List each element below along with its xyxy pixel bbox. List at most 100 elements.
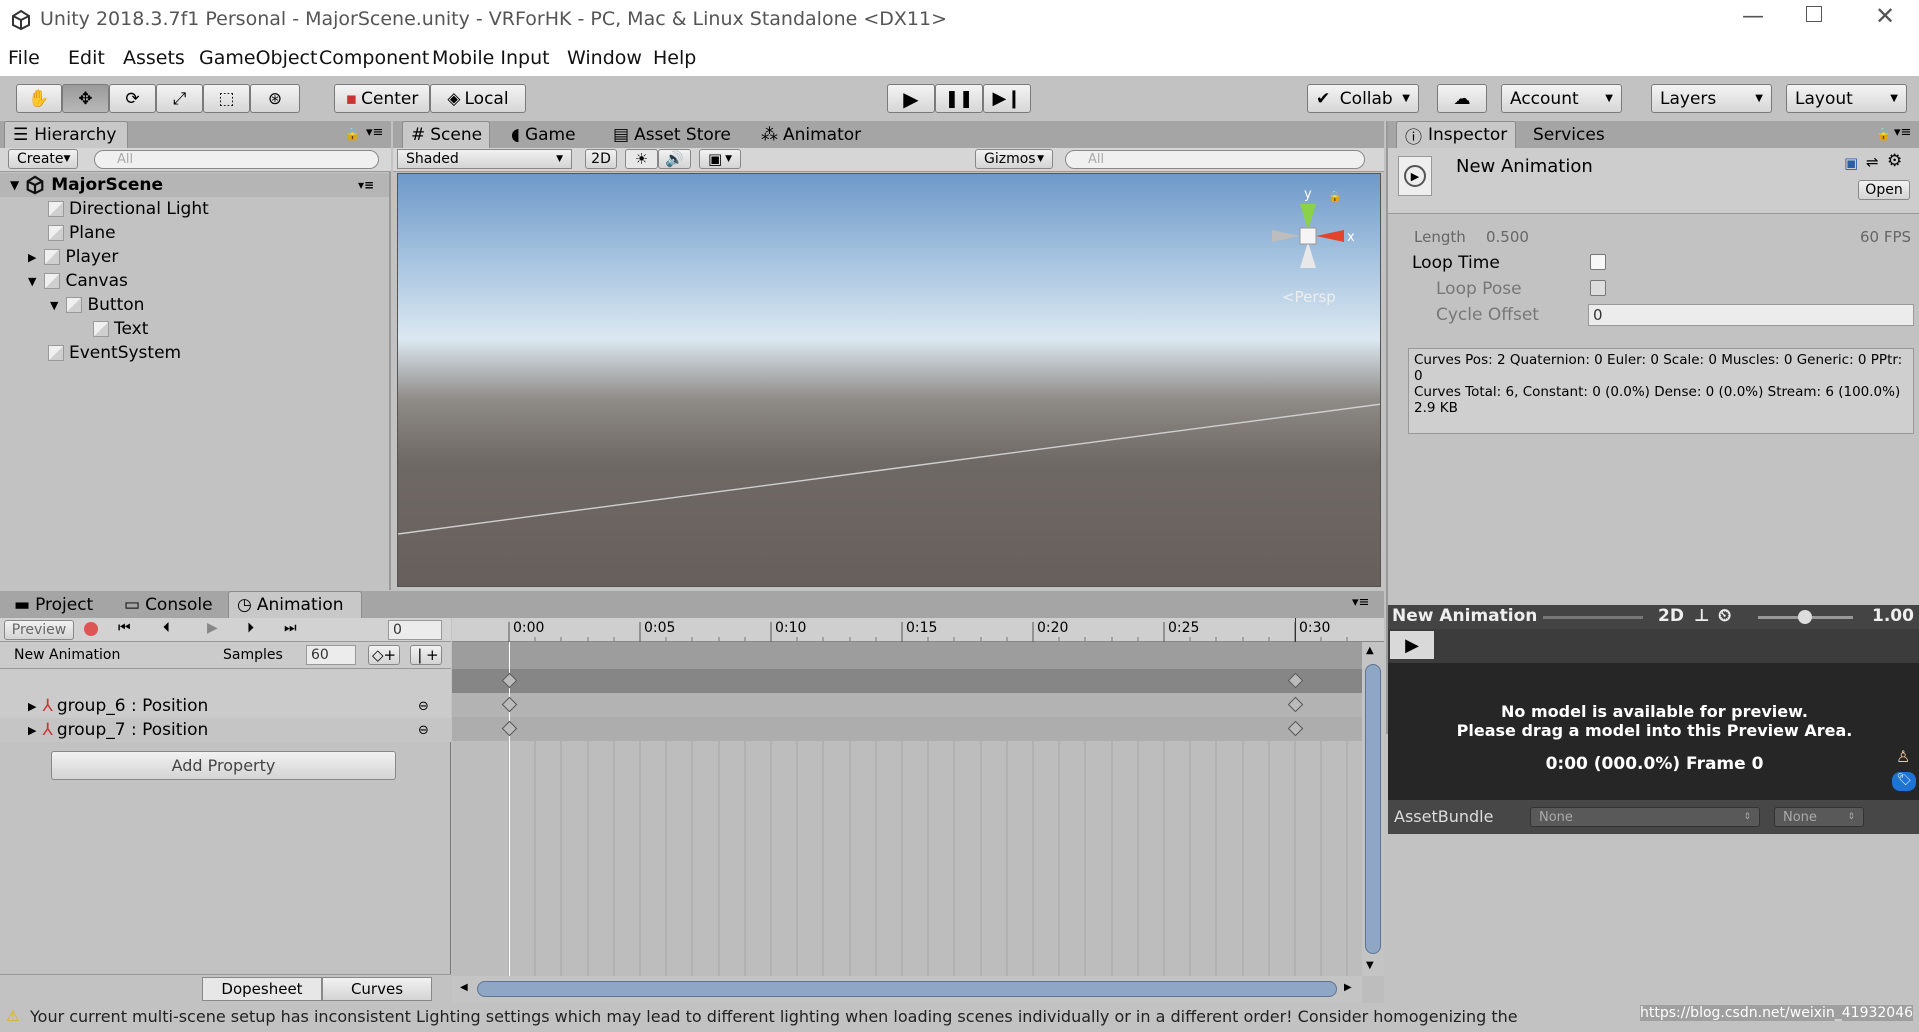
expand-arrow-icon[interactable]: ▶ bbox=[28, 251, 36, 264]
expand-arrow-icon[interactable]: ▼ bbox=[28, 275, 36, 288]
settings-sliders-icon[interactable]: ⇌ bbox=[1866, 153, 1879, 171]
assetbundle-variant-dropdown[interactable]: None ⇕ bbox=[1774, 807, 1864, 827]
tab-animator[interactable]: ⁂ Animator bbox=[753, 121, 869, 148]
assetbundle-name-dropdown[interactable]: None ⇕ bbox=[1530, 807, 1760, 827]
add-event-button[interactable]: ❘+ bbox=[410, 645, 442, 665]
persp-label[interactable]: <Persp bbox=[1282, 288, 1336, 306]
tab-game[interactable]: ◖ Game bbox=[503, 121, 584, 148]
hierarchy-item[interactable]: Text bbox=[93, 317, 148, 341]
track-eye-icon[interactable]: ⊖ bbox=[418, 699, 429, 714]
lighting-toggle[interactable]: ☀ bbox=[625, 149, 658, 169]
hierarchy-item[interactable]: ▼ Canvas bbox=[28, 269, 128, 293]
track-lane[interactable] bbox=[452, 717, 1362, 741]
scroll-down-icon[interactable]: ▼ bbox=[1366, 960, 1374, 971]
preview-2d-toggle[interactable]: 2D bbox=[1658, 606, 1684, 626]
gizmo-lock-icon[interactable]: 🔒 bbox=[1328, 190, 1342, 203]
record-icon[interactable] bbox=[84, 622, 98, 636]
scene-root-row[interactable]: ▼ MajorScene ▾≡ bbox=[0, 173, 389, 197]
hierarchy-item[interactable]: ▶ Player bbox=[28, 245, 118, 269]
vertical-scroll-thumb[interactable] bbox=[1365, 664, 1381, 954]
open-button[interactable]: Open bbox=[1858, 180, 1910, 200]
scene-viewport[interactable]: y x 🔒 <Persp bbox=[397, 173, 1381, 587]
rect-tool-button[interactable]: ⬚ bbox=[203, 84, 250, 113]
create-dropdown[interactable]: Create ▼ bbox=[8, 149, 78, 169]
loop-time-checkbox[interactable] bbox=[1590, 254, 1606, 270]
preview-area[interactable]: ▶ No model is available for preview. Ple… bbox=[1388, 629, 1919, 800]
track-eye-icon[interactable]: ⊖ bbox=[418, 723, 429, 738]
menu-window[interactable]: Window bbox=[567, 47, 642, 69]
pivot-center-button[interactable]: ▪ Center bbox=[334, 84, 430, 113]
hierarchy-search-input[interactable]: All bbox=[94, 150, 379, 169]
time-ruler[interactable]: 0:00 0:05 0:10 0:15 0:20 0:25 0:30 bbox=[452, 618, 1384, 642]
close-icon[interactable]: ✕ bbox=[1875, 2, 1895, 30]
preview-toggle[interactable]: Preview bbox=[4, 620, 74, 640]
move-tool-button[interactable]: ✥ bbox=[62, 84, 109, 113]
account-dropdown[interactable]: Account ▼ bbox=[1501, 84, 1622, 113]
menu-file[interactable]: File bbox=[8, 47, 40, 69]
prev-keyframe-icon[interactable]: ⏴ bbox=[163, 620, 170, 636]
tab-console[interactable]: ▭ Console bbox=[116, 591, 221, 618]
preview-play-button[interactable]: ▶ bbox=[1390, 631, 1434, 659]
lock-icon[interactable]: 🔒 bbox=[345, 127, 360, 141]
clip-dropdown[interactable]: New Animation bbox=[6, 645, 201, 665]
effects-dropdown[interactable]: ▣ ▼ bbox=[699, 149, 741, 169]
tab-inspector[interactable]: ⓘ Inspector bbox=[1396, 121, 1516, 148]
pause-button[interactable]: ❚❚ bbox=[935, 84, 983, 113]
dopesheet-button[interactable]: Dopesheet bbox=[202, 977, 322, 1001]
lock-icon[interactable]: 🔒 bbox=[1876, 127, 1891, 141]
menu-mobile-input[interactable]: Mobile Input bbox=[432, 47, 550, 69]
tab-asset-store[interactable]: ▤ Asset Store bbox=[605, 121, 739, 148]
rotate-tool-button[interactable]: ⟳ bbox=[109, 84, 156, 113]
gear-icon[interactable]: ⚙ bbox=[1887, 151, 1902, 171]
layout-dropdown[interactable]: Layout ▼ bbox=[1786, 84, 1907, 113]
tab-services[interactable]: Services bbox=[1525, 121, 1613, 148]
scale-tool-button[interactable]: ⤢ bbox=[156, 84, 203, 113]
hand-tool-button[interactable]: ✋ bbox=[16, 84, 62, 113]
hierarchy-item[interactable]: Directional Light bbox=[48, 197, 209, 221]
expand-arrow-icon[interactable]: ▶ bbox=[28, 724, 36, 737]
transform-tool-button[interactable]: ⊛ bbox=[250, 84, 300, 113]
cycle-offset-field[interactable]: 0 bbox=[1588, 304, 1914, 326]
scene-gizmo[interactable]: y x bbox=[1248, 186, 1368, 296]
menu-help[interactable]: Help bbox=[653, 47, 696, 69]
last-keyframe-icon[interactable]: ⏭ bbox=[284, 620, 297, 636]
tab-project[interactable]: ▬ Project bbox=[6, 591, 101, 618]
audio-toggle[interactable]: 🔊 bbox=[658, 149, 691, 169]
frame-field[interactable]: 0 bbox=[388, 620, 442, 640]
dopesheet-timeline[interactable]: 0:00 0:05 0:10 0:15 0:20 0:25 0:30 ▲ ▼ ◀… bbox=[452, 618, 1384, 1003]
scroll-left-icon[interactable]: ◀ bbox=[460, 982, 468, 993]
tag-icon[interactable]: 🏷 bbox=[1892, 772, 1916, 791]
maximize-icon[interactable] bbox=[1806, 6, 1822, 22]
scene-search-input[interactable]: All bbox=[1065, 150, 1365, 169]
vertical-scrollbar[interactable]: ▲ ▼ bbox=[1362, 642, 1384, 976]
hierarchy-item[interactable]: Plane bbox=[48, 221, 116, 245]
panel-menu-icon[interactable]: ▾≡ bbox=[1894, 125, 1911, 140]
speed-slider-handle[interactable] bbox=[1798, 610, 1812, 624]
cloud-button[interactable]: ☁ bbox=[1437, 84, 1487, 113]
menu-edit[interactable]: Edit bbox=[68, 47, 105, 69]
gizmos-dropdown[interactable]: Gizmos ▼ bbox=[975, 149, 1053, 169]
summary-lane[interactable] bbox=[452, 669, 1362, 693]
collab-dropdown[interactable]: ✔ Collab ▼ bbox=[1307, 84, 1419, 113]
menu-assets[interactable]: Assets bbox=[123, 47, 185, 69]
2d-toggle[interactable]: 2D bbox=[585, 149, 617, 169]
samples-field[interactable]: 60 bbox=[306, 645, 356, 665]
horizontal-scroll-thumb[interactable] bbox=[477, 981, 1337, 997]
tab-hierarchy[interactable]: ☰ Hierarchy bbox=[4, 121, 128, 148]
tab-animation[interactable]: ◷ Animation bbox=[228, 591, 362, 618]
track-row[interactable]: ▶ ⅄ group_6 : Position ⊖ bbox=[0, 694, 451, 718]
scroll-right-icon[interactable]: ▶ bbox=[1344, 982, 1352, 993]
panel-menu-icon[interactable]: ▾≡ bbox=[366, 125, 383, 140]
play-button[interactable]: ▶ bbox=[887, 84, 935, 113]
menu-gameobject[interactable]: GameObject bbox=[199, 47, 317, 69]
playhead[interactable] bbox=[509, 642, 510, 977]
pivot-icon[interactable]: ⊥ bbox=[1694, 606, 1710, 626]
timer-icon[interactable]: ⏲ bbox=[1718, 606, 1731, 626]
loop-pose-checkbox[interactable] bbox=[1590, 280, 1606, 296]
panel-menu-icon[interactable]: ▾≡ bbox=[1352, 595, 1369, 610]
step-button[interactable]: ▶❙ bbox=[983, 84, 1031, 113]
shading-dropdown[interactable]: Shaded ▼ bbox=[397, 149, 572, 169]
expand-arrow-icon[interactable]: ▶ bbox=[28, 700, 36, 713]
menu-component[interactable]: Component bbox=[319, 47, 429, 69]
next-keyframe-icon[interactable]: ⏵ bbox=[247, 620, 254, 636]
